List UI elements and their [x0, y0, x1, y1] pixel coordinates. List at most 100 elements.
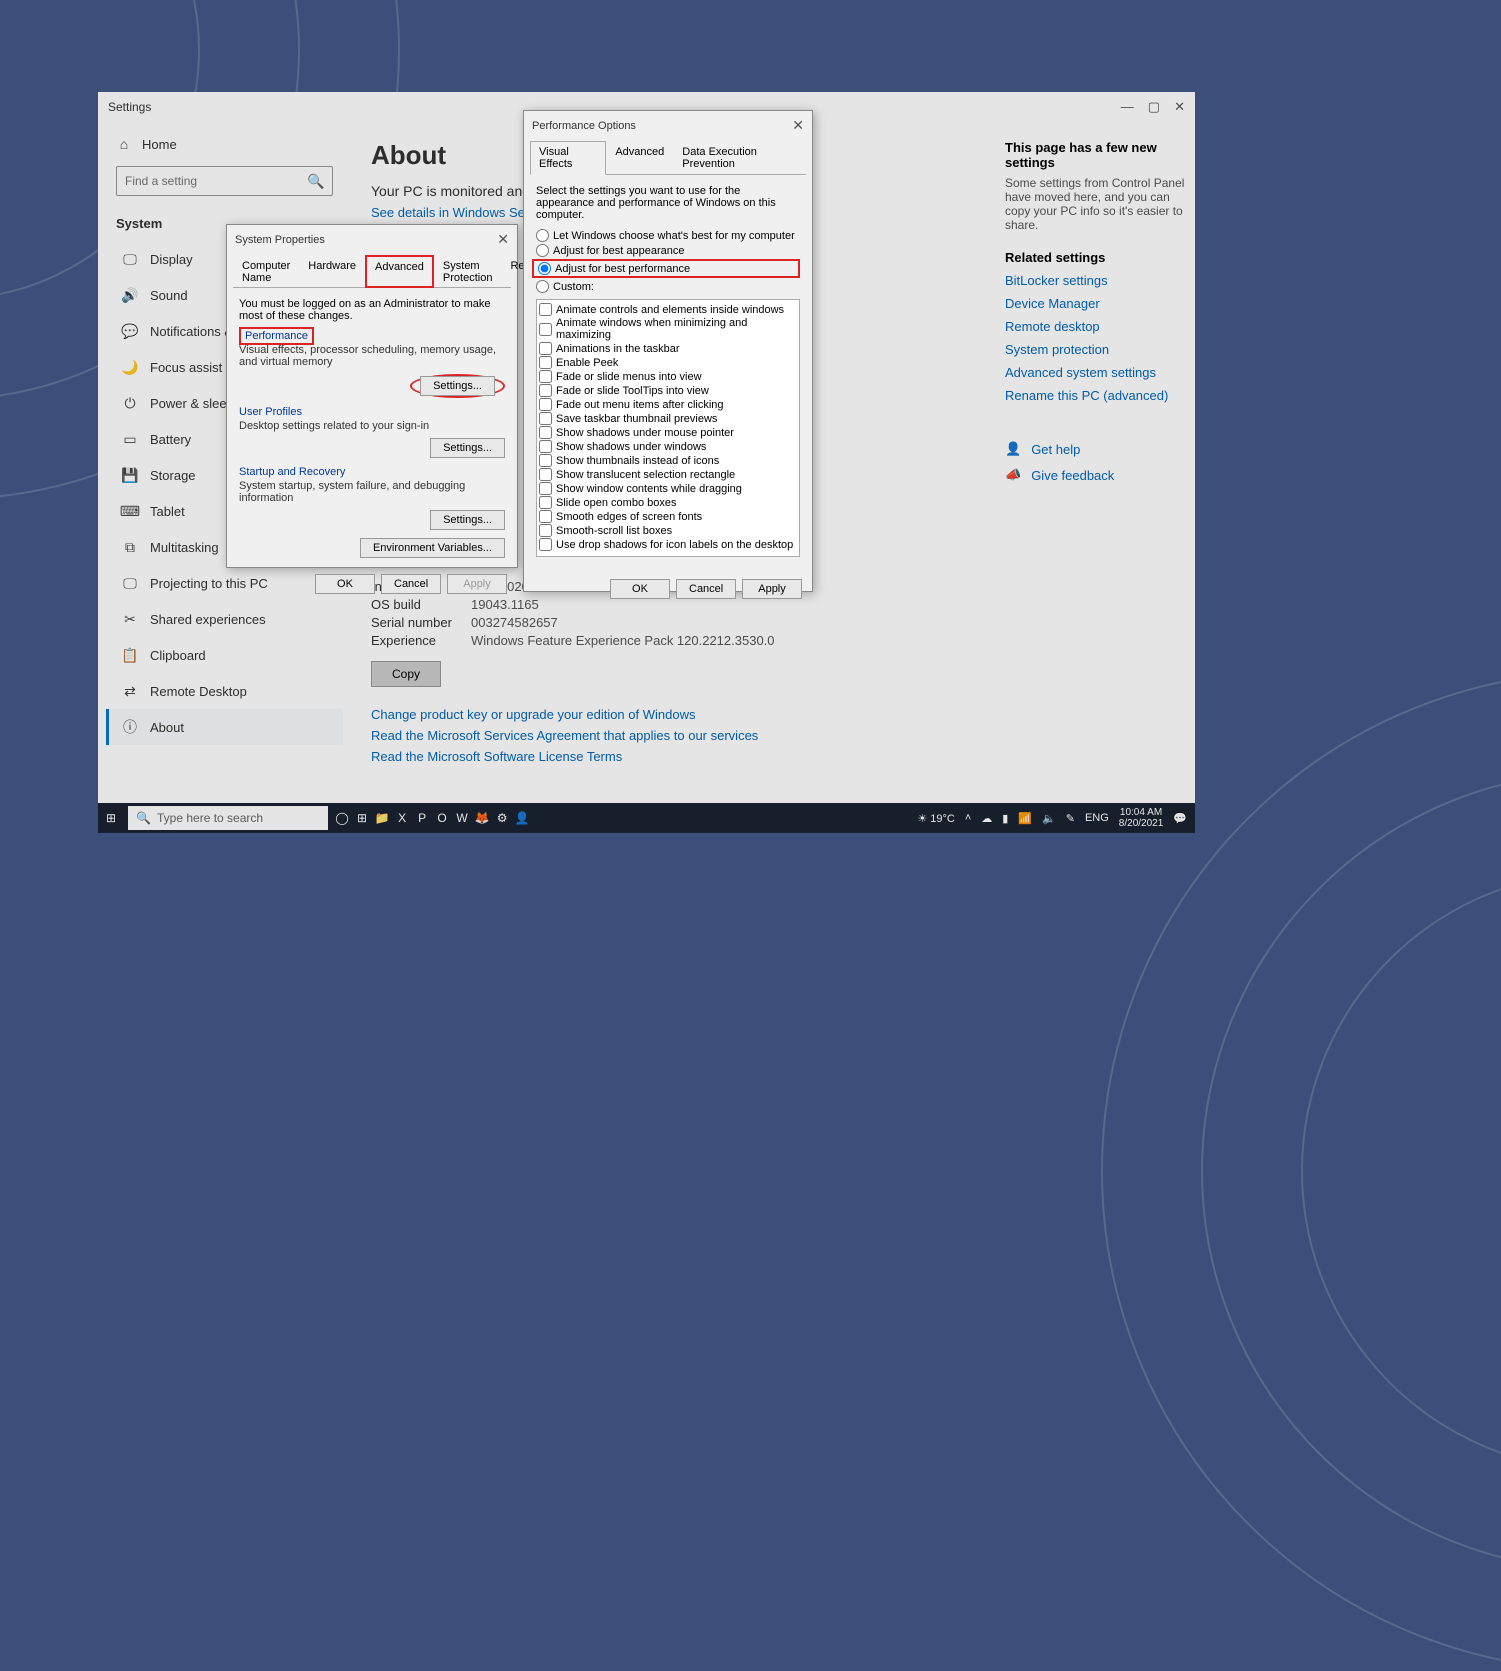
checkbox-input[interactable]: [539, 454, 552, 467]
taskbar-app[interactable]: 🦊: [472, 808, 492, 828]
tab-data-execution-prevention[interactable]: Data Execution Prevention: [673, 141, 806, 175]
search-input[interactable]: [125, 174, 308, 188]
radio-input[interactable]: [536, 229, 549, 242]
tab-computer-name[interactable]: Computer Name: [233, 255, 299, 288]
taskbar-search[interactable]: 🔍Type here to search: [128, 806, 328, 830]
checkbox-input[interactable]: [539, 482, 552, 495]
radio-input[interactable]: [536, 244, 549, 257]
effect-checkbox[interactable]: Fade out menu items after clicking: [539, 398, 795, 411]
related-link[interactable]: Advanced system settings: [1005, 365, 1185, 380]
start-button[interactable]: ⊞: [98, 803, 124, 833]
effect-checkbox[interactable]: Enable Peek: [539, 356, 795, 369]
ok-button[interactable]: OK: [610, 579, 670, 599]
radio-option[interactable]: Custom:: [536, 280, 800, 293]
copy-button[interactable]: Copy: [371, 661, 441, 687]
get-help-link[interactable]: 👤Get help: [1005, 441, 1185, 457]
taskbar-app[interactable]: ⊞: [352, 808, 372, 828]
related-link[interactable]: BitLocker settings: [1005, 273, 1185, 288]
home-link[interactable]: ⌂ Home: [106, 130, 343, 158]
radio-option[interactable]: Adjust for best appearance: [536, 244, 800, 257]
effect-checkbox[interactable]: Slide open combo boxes: [539, 496, 795, 509]
cloud-icon[interactable]: ☁: [981, 812, 992, 825]
taskbar-app[interactable]: W: [452, 808, 472, 828]
effect-checkbox[interactable]: Animate controls and elements inside win…: [539, 303, 795, 316]
checkbox-input[interactable]: [539, 323, 552, 336]
effect-checkbox[interactable]: Show shadows under windows: [539, 440, 795, 453]
checkbox-input[interactable]: [539, 342, 552, 355]
maximize-icon[interactable]: ▢: [1148, 99, 1160, 115]
related-link[interactable]: Device Manager: [1005, 296, 1185, 311]
volume-icon[interactable]: 🔈: [1042, 812, 1056, 825]
checkbox-input[interactable]: [539, 524, 552, 537]
close-icon[interactable]: ✕: [792, 117, 804, 134]
taskbar-app[interactable]: P: [412, 808, 432, 828]
taskbar-app[interactable]: 👤: [512, 808, 532, 828]
related-link[interactable]: Rename this PC (advanced): [1005, 388, 1185, 403]
checkbox-input[interactable]: [539, 496, 552, 509]
about-link[interactable]: Change product key or upgrade your editi…: [371, 707, 967, 722]
effect-checkbox[interactable]: Show thumbnails instead of icons: [539, 454, 795, 467]
checkbox-input[interactable]: [539, 356, 552, 369]
env-vars-button[interactable]: Environment Variables...: [360, 538, 505, 558]
tab-advanced[interactable]: Advanced: [365, 255, 434, 288]
effect-checkbox[interactable]: Use drop shadows for icon labels on the …: [539, 538, 795, 551]
radio-input[interactable]: [536, 280, 549, 293]
related-link[interactable]: Remote desktop: [1005, 319, 1185, 334]
pen-icon[interactable]: ✎: [1066, 812, 1075, 825]
search-box[interactable]: 🔍: [116, 166, 333, 196]
taskbar-app[interactable]: 📁: [372, 808, 392, 828]
chevron-up-icon[interactable]: ˄: [965, 812, 971, 824]
effect-checkbox[interactable]: Show translucent selection rectangle: [539, 468, 795, 481]
sidebar-item-clipboard[interactable]: 📋Clipboard: [106, 637, 343, 673]
taskbar-app[interactable]: O: [432, 808, 452, 828]
clock[interactable]: 10:04 AM8/20/2021: [1119, 807, 1164, 829]
settings-button[interactable]: Settings...: [430, 438, 505, 458]
effect-checkbox[interactable]: Animate windows when minimizing and maxi…: [539, 317, 795, 341]
checkbox-input[interactable]: [539, 398, 552, 411]
wifi-icon[interactable]: 📶: [1018, 812, 1032, 825]
effect-checkbox[interactable]: Smooth edges of screen fonts: [539, 510, 795, 523]
minimize-icon[interactable]: —: [1121, 99, 1134, 115]
close-icon[interactable]: ✕: [497, 231, 509, 248]
close-icon[interactable]: ✕: [1174, 99, 1185, 115]
weather-widget[interactable]: ☀ 19°C: [917, 812, 955, 825]
apply-button[interactable]: Apply: [742, 579, 802, 599]
feedback-link[interactable]: 📣Give feedback: [1005, 467, 1185, 483]
checkbox-input[interactable]: [539, 303, 552, 316]
effect-checkbox[interactable]: Show shadows under mouse pointer: [539, 426, 795, 439]
checkbox-input[interactable]: [539, 426, 552, 439]
sidebar-item-about[interactable]: ⓘAbout: [106, 709, 343, 745]
tab-visual-effects[interactable]: Visual Effects: [530, 141, 606, 175]
lang-indicator[interactable]: ENG: [1085, 812, 1109, 824]
settings-button[interactable]: Settings...: [430, 510, 505, 530]
notifications-icon[interactable]: 💬: [1173, 812, 1187, 825]
sidebar-item-shared-experiences[interactable]: ✂Shared experiences: [106, 601, 343, 637]
checkbox-input[interactable]: [539, 412, 552, 425]
tab-system-protection[interactable]: System Protection: [434, 255, 502, 288]
effect-checkbox[interactable]: Save taskbar thumbnail previews: [539, 412, 795, 425]
cancel-button[interactable]: Cancel: [381, 574, 441, 594]
checkbox-input[interactable]: [539, 468, 552, 481]
effect-checkbox[interactable]: Smooth-scroll list boxes: [539, 524, 795, 537]
checkbox-input[interactable]: [539, 440, 552, 453]
tab-hardware[interactable]: Hardware: [299, 255, 365, 288]
tab-advanced[interactable]: Advanced: [606, 141, 673, 175]
battery-icon[interactable]: ▮: [1002, 812, 1008, 825]
settings-button[interactable]: Settings...: [420, 376, 495, 396]
effects-list[interactable]: Animate controls and elements inside win…: [536, 299, 800, 557]
checkbox-input[interactable]: [539, 510, 552, 523]
sidebar-item-remote-desktop[interactable]: ⇄Remote Desktop: [106, 673, 343, 709]
apply-button[interactable]: Apply: [447, 574, 507, 594]
checkbox-input[interactable]: [539, 370, 552, 383]
radio-option[interactable]: Let Windows choose what's best for my co…: [536, 229, 800, 242]
radio-option[interactable]: Adjust for best performance: [532, 259, 800, 278]
about-link[interactable]: Read the Microsoft Services Agreement th…: [371, 728, 967, 743]
ok-button[interactable]: OK: [315, 574, 375, 594]
effect-checkbox[interactable]: Fade or slide ToolTips into view: [539, 384, 795, 397]
related-link[interactable]: System protection: [1005, 342, 1185, 357]
radio-input[interactable]: [538, 262, 551, 275]
cancel-button[interactable]: Cancel: [676, 579, 736, 599]
about-link[interactable]: Read the Microsoft Software License Term…: [371, 749, 967, 764]
taskbar-app[interactable]: X: [392, 808, 412, 828]
taskbar-app[interactable]: ⚙: [492, 808, 512, 828]
